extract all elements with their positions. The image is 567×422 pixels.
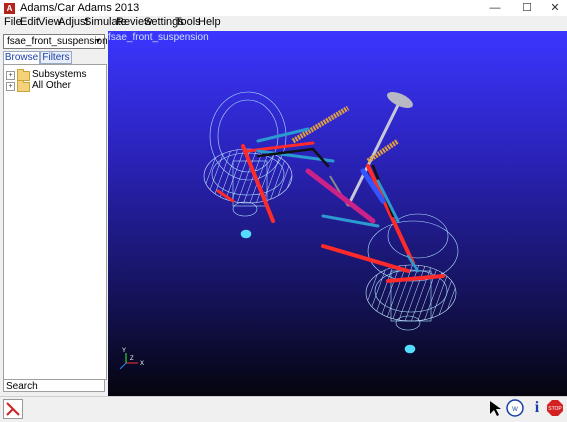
left-wheel bbox=[203, 91, 293, 239]
minimize-button[interactable]: — bbox=[481, 0, 509, 16]
tab-filters[interactable]: Filters bbox=[40, 51, 72, 64]
suspension-model-graphic[interactable]: X Y Z bbox=[108, 31, 567, 396]
search-input[interactable]: Search bbox=[3, 379, 105, 392]
stop-label: STOP bbox=[548, 406, 562, 412]
menu-edit[interactable]: Edit bbox=[20, 16, 39, 29]
model-select[interactable]: fsae_front_suspension ▼ bbox=[3, 34, 108, 49]
command-navigator-button[interactable] bbox=[3, 399, 23, 419]
app-icon: A bbox=[4, 3, 15, 14]
title-bar: A Adams/Car Adams 2013 — ☐ ✕ bbox=[0, 0, 567, 17]
3d-viewport[interactable]: fsae_front_suspension X Y Z bbox=[108, 31, 567, 396]
expand-icon[interactable]: + bbox=[6, 71, 15, 80]
menu-tools[interactable]: Tools bbox=[175, 16, 201, 29]
tree-item-label: All Other bbox=[32, 80, 71, 91]
stop-icon[interactable]: STOP bbox=[546, 399, 564, 417]
triad-z-label: Z bbox=[130, 356, 134, 362]
maximize-button[interactable]: ☐ bbox=[513, 0, 541, 16]
pointer-icon[interactable] bbox=[486, 399, 504, 417]
info-icon-glyph: i bbox=[534, 399, 540, 416]
info-icon[interactable]: i bbox=[528, 399, 546, 417]
model-tree: + Subsystems + All Other bbox=[3, 64, 107, 380]
axis-triad: X Y Z bbox=[119, 348, 144, 370]
triad-y-label: Y bbox=[122, 348, 126, 354]
navigator-icon bbox=[6, 402, 20, 416]
folder-icon bbox=[17, 80, 30, 92]
close-button[interactable]: ✕ bbox=[541, 0, 567, 16]
control-arms bbox=[216, 127, 445, 283]
browser-panel: fsae_front_suspension ▼ Browse Filters +… bbox=[0, 31, 108, 396]
status-bar: W i STOP bbox=[0, 396, 567, 419]
chevron-down-icon[interactable]: ▼ bbox=[93, 35, 103, 48]
tab-browse[interactable]: Browse bbox=[3, 51, 40, 64]
menu-bar: File Edit View Adjust Simulate Review Se… bbox=[0, 16, 567, 29]
menu-help[interactable]: Help bbox=[198, 16, 221, 29]
triad-x-label: X bbox=[140, 361, 144, 367]
window-title: Adams/Car Adams 2013 bbox=[20, 2, 140, 14]
right-wheel bbox=[365, 213, 459, 354]
svg-text:W: W bbox=[512, 407, 518, 413]
expand-icon[interactable]: + bbox=[6, 82, 15, 91]
wid-icon[interactable]: W bbox=[506, 399, 524, 417]
